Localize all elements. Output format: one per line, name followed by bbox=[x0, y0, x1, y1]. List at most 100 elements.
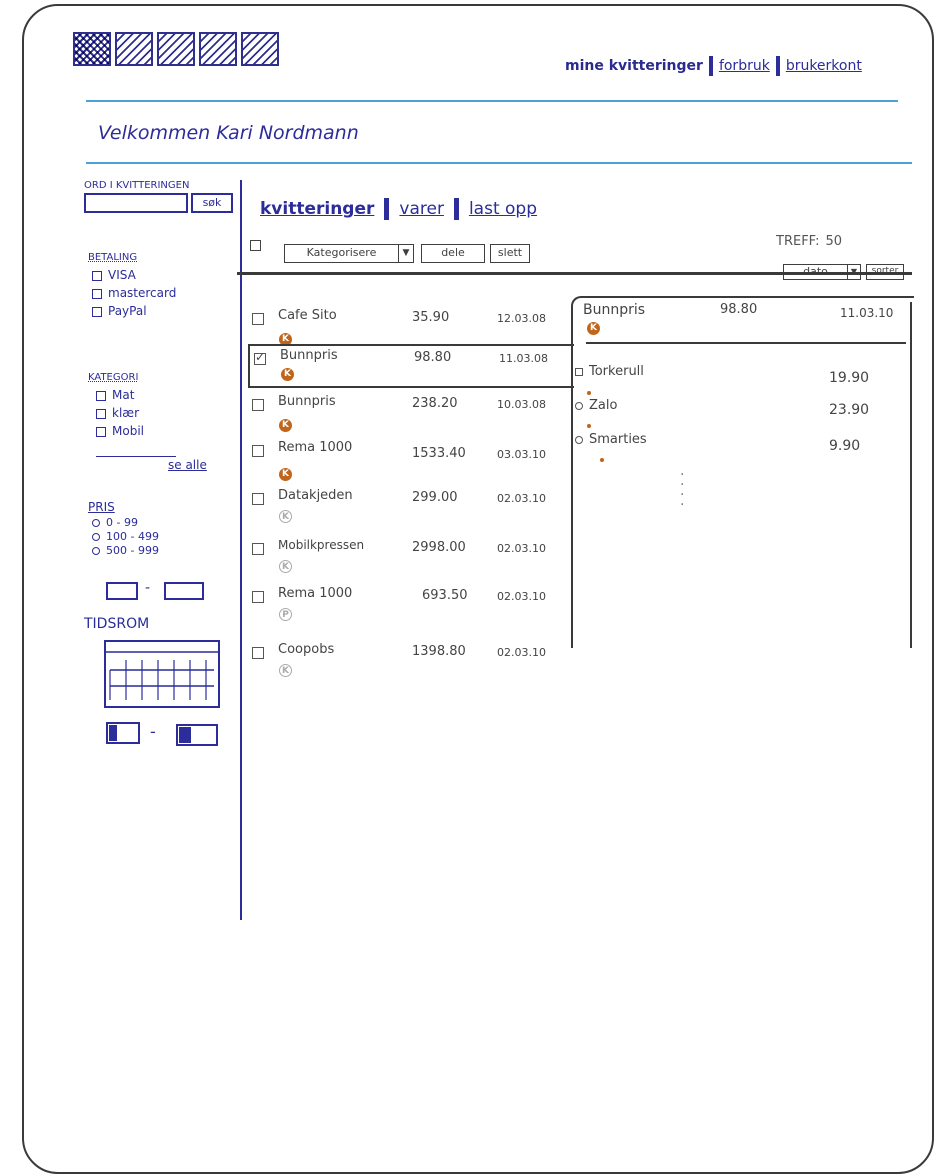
detail-amount: 98.80 bbox=[720, 302, 758, 317]
logo[interactable] bbox=[73, 32, 279, 66]
radio[interactable] bbox=[92, 533, 100, 541]
calendar-grid-icon bbox=[106, 651, 218, 700]
header-divider bbox=[86, 162, 912, 164]
receipt-date: 10.03.08 bbox=[497, 398, 546, 411]
nav-mine-kvitteringer[interactable]: mine kvitteringer bbox=[565, 58, 703, 74]
item-price: 19.90 bbox=[829, 370, 870, 386]
treff-counter: TREFF: 50 bbox=[776, 234, 842, 249]
item-checkbox[interactable] bbox=[575, 436, 583, 444]
category-badge-icon: K bbox=[279, 468, 292, 481]
price-max-input[interactable] bbox=[164, 582, 204, 600]
filter-option[interactable]: VISA bbox=[92, 268, 176, 286]
filter-option[interactable]: Mat bbox=[96, 388, 144, 406]
filter-option[interactable]: klær bbox=[96, 406, 144, 424]
tab-bar: kvitteringer varer last opp bbox=[260, 198, 537, 220]
table-row[interactable]: Mobilkpressen 2998.00 02.03.10 K bbox=[252, 536, 572, 584]
toolbar-divider bbox=[237, 272, 912, 275]
table-row[interactable]: Bunnpris 238.20 10.03.08 K bbox=[252, 392, 572, 440]
category-badge-icon: P bbox=[279, 608, 292, 621]
kategorisere-dropdown[interactable]: Kategorisere ▼ bbox=[284, 244, 414, 263]
calendar-icon bbox=[109, 725, 117, 741]
tab-varer[interactable]: varer bbox=[399, 199, 444, 219]
logo-tile bbox=[73, 32, 111, 66]
betaling-title: BETALING bbox=[88, 252, 138, 263]
nav-forbruk[interactable]: forbruk bbox=[719, 58, 770, 74]
search-button[interactable]: søk bbox=[191, 193, 233, 213]
row-checkbox[interactable] bbox=[252, 543, 264, 555]
logo-tile bbox=[199, 32, 237, 66]
calendar-icon bbox=[179, 727, 191, 743]
table-row[interactable]: Datakjeden 299.00 02.03.10 K bbox=[252, 486, 572, 534]
checkbox[interactable] bbox=[96, 408, 106, 419]
date-to-input[interactable] bbox=[176, 724, 218, 746]
radio[interactable] bbox=[92, 547, 100, 555]
radio[interactable] bbox=[92, 519, 100, 527]
item-price: 23.90 bbox=[829, 402, 870, 418]
nav-separator bbox=[708, 56, 713, 76]
receipt-store: Coopobs bbox=[278, 642, 335, 657]
date-from-input[interactable] bbox=[106, 722, 140, 744]
checkbox[interactable] bbox=[96, 426, 106, 437]
row-checkbox[interactable] bbox=[252, 493, 264, 505]
checkbox[interactable] bbox=[92, 306, 102, 317]
receipt-store: Datakjeden bbox=[278, 488, 353, 503]
receipt-date: 02.03.10 bbox=[497, 542, 546, 555]
search-label: ORD I KVITTERINGEN bbox=[84, 180, 190, 191]
row-checkbox[interactable] bbox=[252, 399, 264, 411]
se-alle-link[interactable]: se alle bbox=[168, 458, 207, 472]
filter-option[interactable]: Mobil bbox=[96, 424, 144, 442]
pris-title: PRIS bbox=[88, 500, 115, 514]
receipt-store: Bunnpris bbox=[278, 394, 336, 409]
receipt-detail-panel bbox=[571, 296, 914, 648]
item-checkbox[interactable] bbox=[575, 368, 583, 376]
tidsrom-title: TIDSROM bbox=[84, 616, 150, 632]
filter-option[interactable]: PayPal bbox=[92, 304, 176, 322]
category-badge-icon: K bbox=[279, 419, 292, 432]
row-checkbox[interactable] bbox=[254, 350, 266, 365]
chevron-down-icon: ▼ bbox=[398, 245, 413, 262]
betaling-filter: VISA mastercard PayPal bbox=[92, 268, 176, 322]
receipt-amount: 299.00 bbox=[412, 490, 458, 505]
item-checkbox[interactable] bbox=[575, 402, 583, 410]
checkbox[interactable] bbox=[92, 270, 102, 281]
detail-date: 11.03.10 bbox=[840, 306, 894, 320]
logo-tile bbox=[115, 32, 153, 66]
receipt-amount: 1398.80 bbox=[412, 644, 466, 659]
filter-option[interactable]: mastercard bbox=[92, 286, 176, 304]
row-checkbox[interactable] bbox=[252, 313, 264, 325]
search-input[interactable] bbox=[84, 193, 188, 213]
row-checkbox[interactable] bbox=[252, 647, 264, 659]
table-row[interactable]: Rema 1000 1533.40 03.03.10 K bbox=[252, 438, 572, 486]
receipt-date: 02.03.10 bbox=[497, 590, 546, 603]
select-all-checkbox[interactable] bbox=[250, 240, 261, 251]
bullet-icon bbox=[600, 458, 604, 462]
table-row[interactable]: Coopobs 1398.80 02.03.10 K bbox=[252, 640, 572, 688]
sidebar-divider bbox=[240, 180, 242, 920]
treff-value[interactable]: 50 bbox=[826, 234, 843, 249]
item-name: Zalo bbox=[589, 398, 618, 413]
row-checkbox[interactable] bbox=[252, 591, 264, 603]
tab-last-opp[interactable]: last opp bbox=[469, 199, 537, 219]
slett-button[interactable]: slett bbox=[490, 244, 530, 263]
receipt-amount: 98.80 bbox=[414, 350, 452, 365]
tab-kvitteringer[interactable]: kvitteringer bbox=[260, 199, 374, 219]
checkbox[interactable] bbox=[92, 288, 102, 299]
row-checkbox[interactable] bbox=[252, 445, 264, 457]
range-separator: - bbox=[145, 580, 151, 596]
filter-option[interactable]: 100 - 499 bbox=[92, 530, 159, 544]
nav-brukerkont[interactable]: brukerkont bbox=[786, 58, 862, 74]
table-row[interactable]: Rema 1000 693.50 02.03.10 P bbox=[252, 584, 572, 632]
filter-option[interactable]: 0 - 99 bbox=[92, 516, 159, 530]
treff-label: TREFF: bbox=[776, 234, 820, 249]
table-row[interactable]: Bunnpris 98.80 11.03.08 K bbox=[248, 344, 574, 388]
price-min-input[interactable] bbox=[106, 582, 138, 600]
nav-separator bbox=[775, 56, 780, 76]
receipt-date: 12.03.08 bbox=[497, 312, 546, 325]
dele-button[interactable]: dele bbox=[421, 244, 485, 263]
receipt-date: 11.03.08 bbox=[499, 352, 548, 365]
receipt-store: Rema 1000 bbox=[278, 440, 353, 455]
filter-option[interactable]: 500 - 999 bbox=[92, 544, 159, 558]
receipt-amount: 1533.40 bbox=[412, 446, 466, 461]
calendar-picker[interactable] bbox=[104, 640, 220, 708]
checkbox[interactable] bbox=[96, 390, 106, 401]
